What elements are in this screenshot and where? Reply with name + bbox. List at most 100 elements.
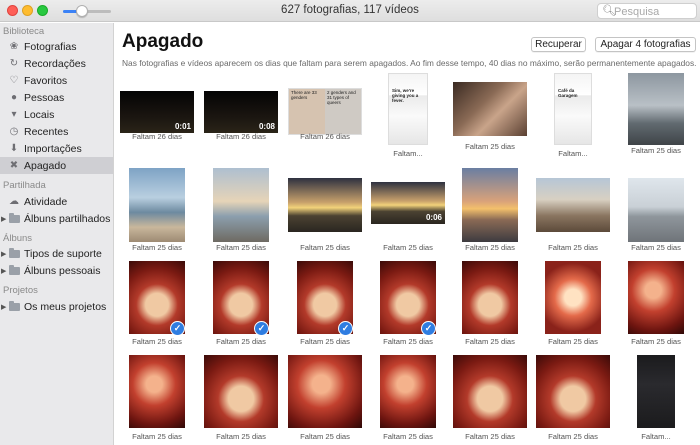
photo-thumbnail[interactable] <box>628 178 684 242</box>
sidebar-section-header: Partilhada <box>3 180 46 191</box>
disclosure-triangle-icon[interactable]: ▶ <box>1 303 6 311</box>
meme-caption-text: There are 33 genders <box>291 90 317 100</box>
sidebar-item-recordacoes[interactable]: ↻ Recordações <box>0 55 113 72</box>
days-remaining-caption: Faltam 25 dias <box>132 337 182 346</box>
delete-photos-button[interactable]: Apagar 4 fotografias <box>595 37 696 52</box>
photo-thumbnail[interactable] <box>628 73 684 145</box>
days-remaining-caption: Faltam 25 dias <box>216 432 266 441</box>
sidebar-item-tipos-de-suporte[interactable]: ▶ Tipos de suporte <box>0 245 113 262</box>
days-remaining-caption: Faltam 25 dias <box>548 337 598 346</box>
days-remaining-caption: Faltam 25 dias <box>465 243 515 252</box>
days-remaining-caption: Faltam 26 dias <box>216 132 266 141</box>
photo-thumbnail[interactable] <box>637 355 675 428</box>
sidebar-item-fotografias[interactable]: ❀ Fotografias <box>0 38 113 55</box>
sidebar-item-label: Atividade <box>24 195 68 208</box>
days-remaining-caption: Faltam 25 dias <box>132 243 182 252</box>
sidebar-item-locais[interactable]: ▾ Locais <box>0 106 113 123</box>
photo-thumbnail[interactable]: Café da Garagem <box>554 73 592 145</box>
photo-thumbnail[interactable] <box>536 178 610 232</box>
selected-check-icon[interactable]: ✓ <box>170 321 185 336</box>
sidebar-section-header: Projetos <box>3 285 38 296</box>
days-remaining-caption: Faltam 25 dias <box>300 432 350 441</box>
photo-thumbnail[interactable]: 0:06 <box>371 182 445 224</box>
photo-thumbnail[interactable] <box>129 355 185 428</box>
sidebar-item-label: Importações <box>24 142 82 155</box>
days-remaining-caption: Faltam... <box>558 149 588 158</box>
photo-thumbnail[interactable] <box>453 355 527 428</box>
photo-thumbnail[interactable] <box>628 261 684 334</box>
selected-check-icon[interactable]: ✓ <box>421 321 436 336</box>
deleted-description: Nas fotografias e vídeos aparecem os dia… <box>122 58 697 68</box>
sidebar-item-label: Fotografias <box>24 40 77 53</box>
sidebar-item-pessoas[interactable]: ● Pessoas <box>0 89 113 106</box>
disclosure-triangle-icon[interactable]: ▶ <box>1 250 6 258</box>
days-remaining-caption: Faltam 25 dias <box>216 243 266 252</box>
photo-thumbnail[interactable] <box>453 82 527 136</box>
photo-thumbnail[interactable] <box>536 355 610 428</box>
days-remaining-caption: Faltam 25 dias <box>383 337 433 346</box>
photo-thumbnail[interactable] <box>545 261 601 334</box>
screenshot-text: Café da Garagem <box>558 88 578 98</box>
days-remaining-caption: Faltam 25 dias <box>300 243 350 252</box>
folder-icon <box>8 212 20 225</box>
days-remaining-caption: Faltam 25 dias <box>548 432 598 441</box>
sidebar: Biblioteca ❀ Fotografias ↻ Recordações ♡ Favor… <box>0 23 114 445</box>
photo-thumbnail[interactable] <box>462 168 518 242</box>
search-box[interactable]: 🔍︎ <box>597 3 697 19</box>
sidebar-item-label: Álbuns partilhados <box>24 212 111 225</box>
photo-thumbnail[interactable]: There are 33 genders 2 genders and 31 typ… <box>288 88 362 135</box>
days-remaining-caption: Faltam 25 dias <box>548 243 598 252</box>
photo-thumbnail[interactable]: 0:01 <box>120 91 194 133</box>
folder-icon <box>8 300 20 313</box>
screenshot-text: Sim, we're giving you a fever. <box>392 88 419 103</box>
meme-caption-text: 2 genders and 31 types of queers <box>327 90 356 105</box>
photo-thumbnail[interactable] <box>288 178 362 232</box>
photo-thumbnail[interactable] <box>204 355 278 428</box>
photo-thumbnail[interactable]: Sim, we're giving you a fever. <box>388 73 428 145</box>
sidebar-item-label: Locais <box>24 108 55 121</box>
photo-thumbnail[interactable]: 0:08 <box>204 91 278 133</box>
photo-thumbnail[interactable] <box>288 355 362 428</box>
sidebar-item-recentes[interactable]: ◷ Recentes <box>0 123 113 140</box>
sidebar-item-atividade[interactable]: ☁ Atividade <box>0 193 113 210</box>
page-title: Apagado <box>122 31 204 52</box>
days-remaining-caption: Faltam 26 dias <box>300 132 350 141</box>
folder-icon <box>8 247 20 260</box>
sidebar-item-label: Apagado <box>24 159 67 172</box>
sidebar-item-apagado[interactable]: ✖ Apagado <box>0 157 113 174</box>
selected-check-icon[interactable]: ✓ <box>338 321 353 336</box>
sidebar-item-label: Os meus projetos <box>24 300 107 313</box>
days-remaining-caption: Faltam... <box>393 149 423 158</box>
title-bar: 627 fotografias, 117 vídeos 🔍︎ <box>0 0 700 22</box>
photo-thumbnail[interactable] <box>380 355 436 428</box>
memories-icon: ↻ <box>9 58 19 69</box>
days-remaining-caption: Faltam 25 dias <box>631 146 681 155</box>
sidebar-section-header: Biblioteca <box>3 26 45 37</box>
search-input[interactable] <box>614 5 694 18</box>
disclosure-triangle-icon[interactable]: ▶ <box>1 267 6 275</box>
photo-thumbnail[interactable] <box>213 168 269 242</box>
days-remaining-caption: Faltam 25 dias <box>383 432 433 441</box>
photo-thumbnail[interactable] <box>129 168 185 242</box>
folder-icon <box>8 264 20 277</box>
sidebar-item-label: Recentes <box>24 125 69 138</box>
days-remaining-caption: Faltam 25 dias <box>631 337 681 346</box>
disclosure-triangle-icon[interactable]: ▶ <box>1 215 6 223</box>
sidebar-item-label: Álbuns pessoais <box>24 264 101 277</box>
selected-check-icon[interactable]: ✓ <box>254 321 269 336</box>
sidebar-item-os-meus-projetos[interactable]: ▶ Os meus projetos <box>0 298 113 315</box>
sidebar-item-albuns-pessoais[interactable]: ▶ Álbuns pessoais <box>0 262 113 279</box>
sidebar-item-favoritos[interactable]: ♡ Favoritos <box>0 72 113 89</box>
cloud-icon: ☁ <box>9 196 19 207</box>
recover-button[interactable]: Recuperar <box>531 37 586 52</box>
days-remaining-caption: Faltam 25 dias <box>465 142 515 151</box>
main-content: Apagado Recuperar Apagar 4 fotografias N… <box>114 23 700 445</box>
clock-icon: ◷ <box>9 126 19 137</box>
days-remaining-caption: Faltam 25 dias <box>465 432 515 441</box>
days-remaining-caption: Faltam... <box>641 432 671 441</box>
video-duration: 0:08 <box>258 122 275 131</box>
sidebar-item-importacoes[interactable]: ⬇ Importações <box>0 140 113 157</box>
sidebar-item-albuns-partilhados[interactable]: ▶ Álbuns partilhados <box>0 210 113 227</box>
photo-thumbnail[interactable] <box>462 261 518 334</box>
days-remaining-caption: Faltam 26 dias <box>132 132 182 141</box>
